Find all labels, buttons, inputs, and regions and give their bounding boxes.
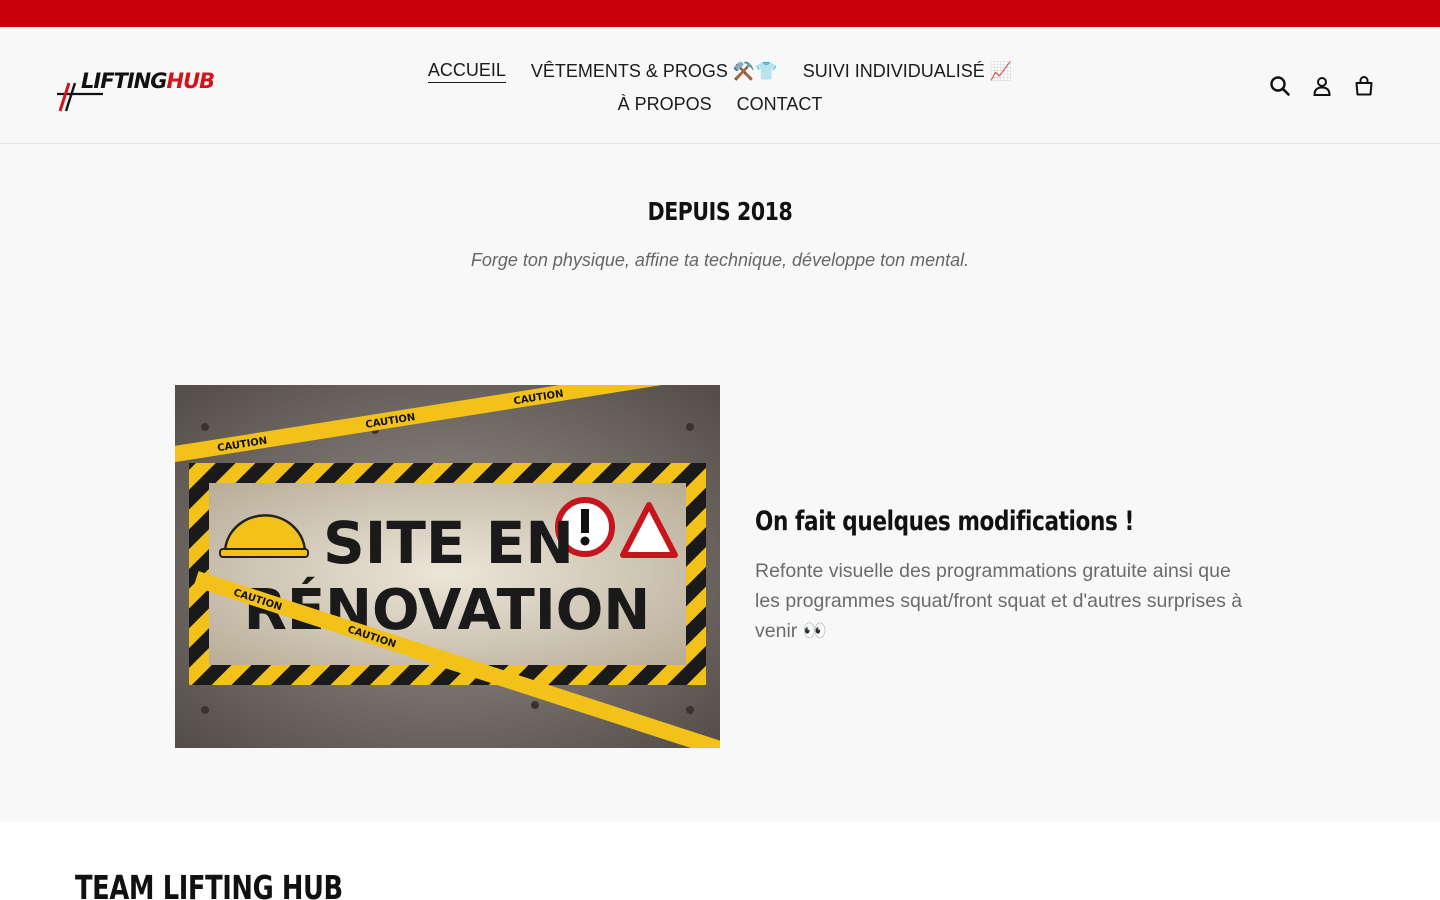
site-header: LIFTINGHUB ACCUEIL VÊTEMENTS & PROGS ⚒️👕… xyxy=(0,27,1440,144)
account-icon[interactable] xyxy=(1310,74,1334,98)
nav-item-accueil[interactable]: ACCUEIL xyxy=(427,60,506,83)
announcement-bar xyxy=(0,0,1440,27)
site-logo[interactable]: LIFTINGHUB xyxy=(55,65,215,115)
nav-row-1: ACCUEIL VÊTEMENTS & PROGS ⚒️👕 SUIVI INDI… xyxy=(390,55,1050,88)
hero-subtitle: Forge ton physique, affine ta technique,… xyxy=(470,250,970,270)
nav-item-suivi-individualise[interactable]: SUIVI INDIVIDUALISÉ 📈 xyxy=(803,61,1012,82)
header-icons xyxy=(1268,74,1376,98)
main-navigation: ACCUEIL VÊTEMENTS & PROGS ⚒️👕 SUIVI INDI… xyxy=(390,55,1050,121)
cart-icon[interactable] xyxy=(1352,74,1376,98)
team-title: TEAM LIFTING HUB xyxy=(75,868,343,900)
nav-item-vetements-progs[interactable]: VÊTEMENTS & PROGS ⚒️👕 xyxy=(531,61,778,82)
nav-item-contact[interactable]: CONTACT xyxy=(737,94,823,115)
renovation-image: SITE EN RÉNOVATION CAUTION CAUTION CAUTI… xyxy=(175,385,720,748)
logo-wordmark: LIFTINGHUB xyxy=(81,69,215,93)
hero-title: DEPUIS 2018 xyxy=(647,197,793,226)
nav-item-a-propos[interactable]: À PROPOS xyxy=(618,94,712,115)
feature-text: Refonte visuelle des programmations grat… xyxy=(755,560,1243,642)
feature-heading: On fait quelques modifications ! xyxy=(755,506,1135,537)
search-icon[interactable] xyxy=(1268,74,1292,98)
team-section: TEAM LIFTING HUB xyxy=(0,822,1440,900)
image-text-site-en: SITE EN xyxy=(323,509,574,577)
nav-row-2: À PROPOS CONTACT xyxy=(390,88,1050,121)
